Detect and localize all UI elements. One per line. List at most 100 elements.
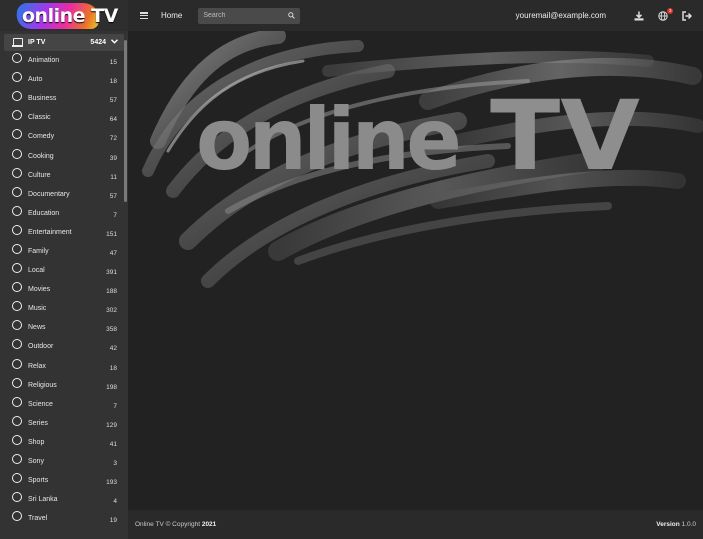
chevron-down-icon[interactable] [111, 39, 118, 46]
sidebar-item-label: Religious [28, 381, 57, 389]
radio-circle-icon [12, 110, 22, 121]
sidebar-item-count: 129 [106, 421, 117, 429]
sidebar-item-label: Shop [28, 438, 45, 446]
sidebar-item-count: 3 [113, 460, 117, 468]
sidebar-item-label: Outdoor [28, 343, 54, 351]
sidebar-item-culture[interactable]: Culture 11 [0, 166, 128, 185]
sidebar-item-comedy[interactable]: Comedy 72 [0, 127, 128, 146]
radio-circle-icon [12, 282, 22, 293]
menu-icon[interactable] [140, 12, 148, 19]
sidebar-item-sri-lanka[interactable]: Sri Lanka 4 [0, 490, 128, 509]
sidebar-item-shop[interactable]: Shop 41 [0, 433, 128, 452]
radio-circle-icon [12, 434, 22, 445]
radio-circle-icon [12, 167, 22, 178]
sidebar-item-count: 11 [110, 173, 117, 181]
radio-circle-icon [12, 224, 22, 235]
sidebar-item-science[interactable]: Science 7 [0, 395, 128, 414]
version-value: 1.0.0 [681, 521, 696, 528]
radio-circle-icon [12, 53, 22, 64]
radio-circle-icon [12, 358, 22, 369]
sidebar-root-count: 5424 [90, 39, 106, 46]
radio-circle-icon [12, 320, 22, 331]
language-button[interactable]: 3 [657, 7, 673, 22]
hero-text-online: online [196, 90, 459, 190]
sidebar-item-travel[interactable]: Travel 19 [0, 509, 128, 528]
sidebar-item-count: 198 [106, 383, 117, 391]
copyright-text: Online TV © Copyright [135, 521, 201, 528]
sidebar-item-label: Auto [28, 76, 43, 84]
sidebar-item-education[interactable]: Education 7 [0, 204, 128, 223]
footer: Online TV © Copyright 2021 Version 1.0.0 [128, 510, 703, 539]
sidebar-item-news[interactable]: News 358 [0, 318, 128, 337]
sidebar-item-count: 64 [109, 116, 117, 124]
radio-circle-icon [12, 492, 22, 503]
sidebar-item-outdoor[interactable]: Outdoor 42 [0, 337, 128, 356]
search-icon[interactable] [288, 11, 296, 19]
sidebar-item-label: Travel [28, 515, 48, 523]
sidebar-item-relax[interactable]: Relax 18 [0, 357, 128, 376]
radio-circle-icon [12, 396, 22, 407]
copyright-year: 2021 [201, 521, 217, 528]
radio-circle-icon [12, 148, 22, 159]
sidebar-item-family[interactable]: Family 47 [0, 242, 128, 261]
radio-circle-icon [12, 243, 22, 254]
sidebar-item-label: Classic [28, 114, 51, 122]
logout-icon [682, 10, 692, 21]
sidebar-item-movies[interactable]: Movies 188 [0, 280, 128, 299]
home-link[interactable]: Home [161, 11, 182, 20]
topbar: Home youremail@example.com [128, 0, 703, 31]
logout-button[interactable] [681, 10, 693, 22]
sidebar-item-label: Culture [28, 171, 51, 179]
laptop-icon [12, 38, 23, 47]
app-window: online TV IP TV 5424 Animation 15 Auto 18 Bu… [0, 0, 703, 539]
sidebar-item-sony[interactable]: Sony 3 [0, 452, 128, 471]
sidebar-item-sports[interactable]: Sports 193 [0, 471, 128, 490]
version-label: Version [656, 521, 680, 528]
sidebar-item-classic[interactable]: Classic 64 [0, 108, 128, 127]
sidebar-item-music[interactable]: Music 302 [0, 299, 128, 318]
radio-circle-icon [12, 377, 22, 388]
sidebar-item-count: 358 [106, 326, 117, 334]
online-tv-hero-image: online TV [142, 31, 703, 288]
sidebar-item-business[interactable]: Business 57 [0, 89, 128, 108]
hero-text-tv: TV [490, 80, 640, 192]
download-icon [634, 11, 644, 20]
download-button[interactable] [633, 10, 645, 22]
sidebar-item-series[interactable]: Series 129 [0, 414, 128, 433]
sidebar-item-entertainment[interactable]: Entertainment 151 [0, 223, 128, 242]
radio-circle-icon [12, 91, 22, 102]
sidebar-item-label: Science [28, 400, 53, 408]
radio-circle-icon [12, 454, 22, 465]
sidebar-item-auto[interactable]: Auto 18 [0, 70, 128, 89]
sidebar-item-count: 4 [113, 498, 117, 506]
sidebar-item-ip-tv[interactable]: IP TV 5424 [4, 34, 124, 51]
sidebar-item-label: Business [28, 95, 57, 103]
sidebar-item-religious[interactable]: Religious 198 [0, 376, 128, 395]
sidebar-item-label: Sports [28, 477, 49, 485]
user-email[interactable]: youremail@example.com [516, 11, 606, 20]
radio-circle-icon [12, 263, 22, 274]
sidebar-item-count: 15 [109, 59, 117, 67]
search-input[interactable] [203, 12, 286, 19]
sidebar-item-label: Entertainment [28, 228, 72, 236]
sidebar-item-count: 47 [109, 249, 117, 257]
sidebar-item-local[interactable]: Local 391 [0, 261, 128, 280]
category-list: Animation 15 Auto 18 Business 57 Classic 64 Come… [0, 51, 128, 528]
sidebar-item-cooking[interactable]: Cooking 39 [0, 146, 128, 165]
sidebar-item-documentary[interactable]: Documentary 57 [0, 185, 128, 204]
sidebar-item-count: 18 [109, 78, 117, 86]
sidebar-item-count: 302 [106, 307, 117, 315]
sidebar-scrollbar[interactable] [124, 40, 127, 202]
sidebar-item-label: Cooking [28, 152, 54, 160]
sidebar-item-animation[interactable]: Animation 15 [0, 51, 128, 70]
sidebar: online TV IP TV 5424 Animation 15 Auto 18 Bu… [0, 0, 128, 539]
sidebar-item-count: 42 [109, 345, 117, 353]
footer-copyright: Online TV © Copyright 2021 [135, 521, 656, 528]
sidebar-item-label: Documentary [28, 190, 70, 198]
brand-logo[interactable]: online TV [0, 0, 128, 31]
sidebar-item-label: Animation [28, 57, 60, 65]
sidebar-item-count: 7 [113, 211, 117, 219]
sidebar-item-count: 19 [109, 517, 117, 525]
sidebar-item-label: Movies [28, 286, 51, 294]
sidebar-item-count: 39 [109, 154, 117, 162]
